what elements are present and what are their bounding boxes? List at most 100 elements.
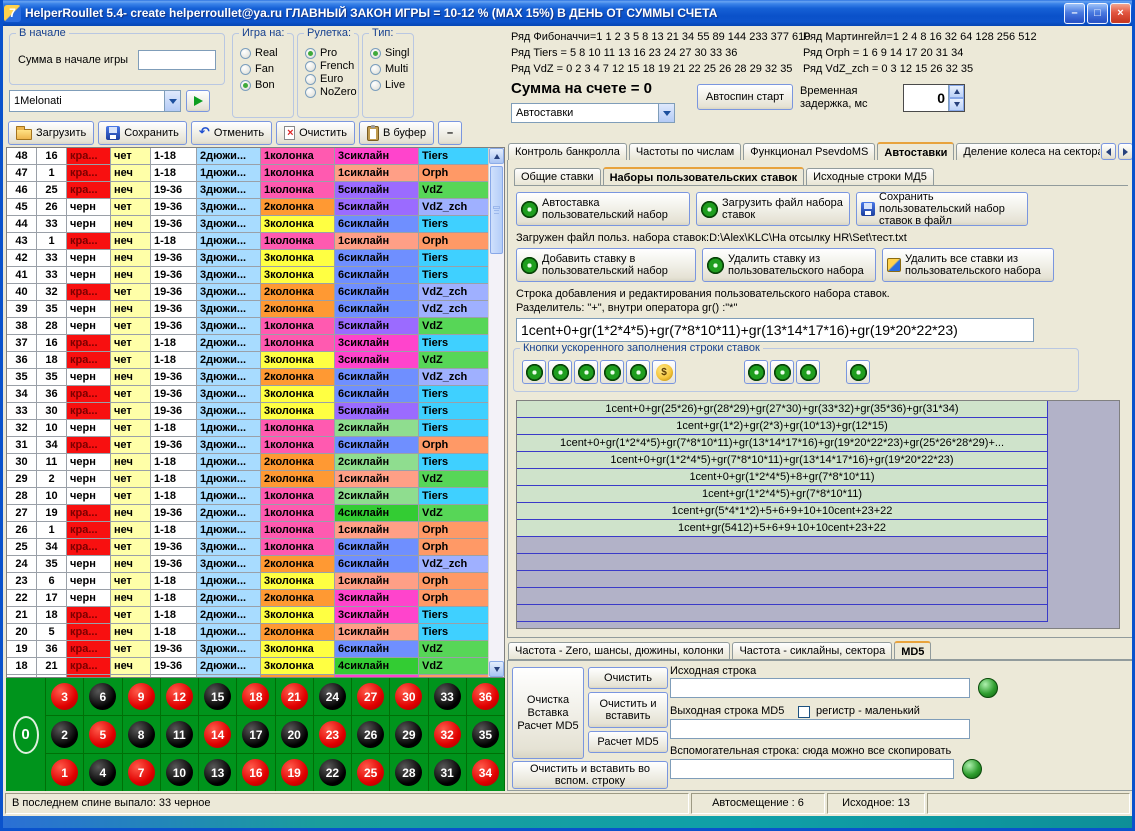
md5-source-input[interactable] <box>670 678 970 698</box>
autobets-select[interactable]: Автоставки <box>511 103 675 123</box>
table-row[interactable]: 2719кра...неч19-362дюжи...1колонка4сикла… <box>7 505 490 522</box>
board-cell-33[interactable]: 33 <box>429 678 467 715</box>
board-cell-9[interactable]: 9 <box>123 678 161 715</box>
close-button[interactable]: × <box>1110 3 1131 24</box>
board-cell-2[interactable]: 2 <box>46 716 84 753</box>
table-row[interactable]: 4032кра...чет19-363дюжи...2колонка6сикла… <box>7 284 490 301</box>
table-row[interactable]: 4233черннеч19-363дюжи...3колонка6сиклайн… <box>7 250 490 267</box>
game-group-option-bon[interactable]: Bon <box>240 79 289 91</box>
board-cell-19[interactable]: 19 <box>276 754 314 791</box>
table-row[interactable]: 261кра...неч1-181дюжи...1колонка1сиклайн… <box>7 522 490 539</box>
table-row[interactable]: 2534кра...чет19-363дюжи...1колонка6сикла… <box>7 539 490 556</box>
wheel-group-option-nozero[interactable]: NoZero <box>305 86 354 98</box>
scroll-up-button[interactable] <box>489 148 504 164</box>
table-row[interactable]: 3436кра...чет19-363дюжи...3колонка6сикла… <box>7 386 490 403</box>
type-group-option-live[interactable]: Live <box>370 79 409 91</box>
board-cell-22[interactable]: 22 <box>314 754 352 791</box>
bet-string-row[interactable] <box>517 554 1047 571</box>
table-row[interactable]: 1821кра...неч19-362дюжи...3колонка4сикла… <box>7 658 490 675</box>
bet-string-row[interactable] <box>517 537 1047 554</box>
board-cell-23[interactable]: 23 <box>314 716 352 753</box>
table-row[interactable]: 2435черннеч19-363дюжи...2колонка6сиклайн… <box>7 556 490 573</box>
board-cell-27[interactable]: 27 <box>352 678 390 715</box>
md5-aux-action-button[interactable] <box>962 759 982 779</box>
bet-string-row[interactable]: 1cent+gr(5412)+5+6+9+10+10cent+23+22 <box>517 520 1047 537</box>
board-cell-31[interactable]: 31 <box>429 754 467 791</box>
wheel-group-option-french[interactable]: French <box>305 60 354 72</box>
table-row[interactable]: 431кра...неч1-181дюжи...1колонка1сиклайн… <box>7 233 490 250</box>
subtab-общие-ставки[interactable]: Общие ставки <box>514 168 601 185</box>
bet-string-row[interactable]: 1cent+gr(5*4*1*2)+5+6+9+10+10cent+23+22 <box>517 503 1047 520</box>
toolbar-button-load[interactable]: Загрузить <box>8 121 94 145</box>
md5-aux-input[interactable] <box>670 759 954 779</box>
table-row[interactable]: 3011черннеч1-181дюжи...2колонка2сиклайнT… <box>7 454 490 471</box>
board-cell-10[interactable]: 10 <box>161 754 199 791</box>
table-row[interactable]: 3716кра...чет1-182дюжи...1колонка3сиклай… <box>7 335 490 352</box>
board-cell-36[interactable]: 36 <box>467 678 505 715</box>
board-cell-8[interactable]: 8 <box>123 716 161 753</box>
bet-string-row[interactable] <box>517 605 1047 622</box>
board-cell-1[interactable]: 1 <box>46 754 84 791</box>
delay-spinner[interactable]: 0 <box>903 84 965 112</box>
tab-функционал-psevdoms[interactable]: Функционал PsevdoMS <box>743 143 875 160</box>
quick-fill-button[interactable] <box>770 360 794 384</box>
quick-fill-button[interactable] <box>846 360 870 384</box>
type-group-option-multi[interactable]: Multi <box>370 63 409 75</box>
bet-string-row[interactable]: 1cent+0+gr(1*2*4*5)+8+gr(7*8*10*11) <box>517 469 1047 486</box>
table-row[interactable]: 2118кра...чет1-182дюжи...3колонка3сиклай… <box>7 607 490 624</box>
table-row[interactable]: 4133черннеч19-363дюжи...3колонка6сиклайн… <box>7 267 490 284</box>
bet-string-row[interactable]: 1cent+0+gr(1*2*4*5)+gr(7*8*10*11)+gr(13*… <box>517 452 1047 469</box>
board-cell-25[interactable]: 25 <box>352 754 390 791</box>
board-cell-20[interactable]: 20 <box>276 716 314 753</box>
tab-автоставки[interactable]: Автоставки <box>877 142 954 161</box>
tab-md5[interactable]: MD5 <box>894 641 931 660</box>
table-row[interactable]: 3210чернчет1-181дюжи...1колонка2сиклайнT… <box>7 420 490 437</box>
wheel-group-option-euro[interactable]: Euro <box>305 73 354 85</box>
game-group-option-fan[interactable]: Fan <box>240 63 289 75</box>
autospin-start-button[interactable]: Автоспин старт <box>697 84 793 110</box>
table-row[interactable]: 4433черннеч19-363дюжи...3колонка6сиклайн… <box>7 216 490 233</box>
preset-select[interactable]: 1Melonati <box>9 90 181 112</box>
board-cell-26[interactable]: 26 <box>352 716 390 753</box>
table-row[interactable]: 2810чернчет1-181дюжи...1колонка2сиклайнT… <box>7 488 490 505</box>
board-cell-4[interactable]: 4 <box>84 754 122 791</box>
subtab-исходные-строки-мд5[interactable]: Исходные строки МД5 <box>806 168 934 185</box>
bet-string-row[interactable]: 1cent+0+gr(1*2*4*5)+gr(7*8*10*11)+gr(13*… <box>517 435 1047 452</box>
md5-clear-paste-aux-button[interactable]: Очистить и вставить во вспом. строку <box>512 761 668 789</box>
board-cell-14[interactable]: 14 <box>199 716 237 753</box>
table-row[interactable]: 4625кра...неч19-363дюжи...1колонка5сикла… <box>7 182 490 199</box>
table-row[interactable]: 292чернчет1-181дюжи...2колонка1сиклайнVd… <box>7 471 490 488</box>
tab-частота-zero-шансы-дюжины-колонки[interactable]: Частота - Zero, шансы, дюжины, колонки <box>508 642 730 659</box>
subtab-наборы-пользовательских-ставок[interactable]: Наборы пользовательских ставок <box>603 167 805 186</box>
board-cell-5[interactable]: 5 <box>84 716 122 753</box>
quick-fill-button[interactable] <box>548 360 572 384</box>
board-cell-16[interactable]: 16 <box>237 754 275 791</box>
toolbar-button-save[interactable]: Сохранить <box>98 121 187 145</box>
quick-fill-button[interactable] <box>574 360 598 384</box>
table-row[interactable]: 236чернчет1-181дюжи...3колонка1сиклайнOr… <box>7 573 490 590</box>
board-cell-11[interactable]: 11 <box>161 716 199 753</box>
board-cell-13[interactable]: 13 <box>199 754 237 791</box>
board-cell-29[interactable]: 29 <box>390 716 428 753</box>
board-cell-18[interactable]: 18 <box>237 678 275 715</box>
tab-частоты-по-числам[interactable]: Частоты по числам <box>629 143 741 160</box>
start-sum-input[interactable] <box>138 50 216 70</box>
board-cell-17[interactable]: 17 <box>237 716 275 753</box>
table-scrollbar[interactable] <box>488 148 504 677</box>
autobet-user-set-button[interactable]: Автоставка пользовательский набор <box>516 192 690 226</box>
lowercase-checkbox[interactable] <box>798 706 810 718</box>
table-row[interactable]: 3935черннеч19-363дюжи...2колонка6сиклайн… <box>7 301 490 318</box>
board-cell-7[interactable]: 7 <box>123 754 161 791</box>
board-cell-34[interactable]: 34 <box>467 754 505 791</box>
type-group-option-singl[interactable]: Singl <box>370 47 409 59</box>
md5-clear-and-paste-button[interactable]: Очистить и вставить <box>588 692 668 728</box>
table-row[interactable]: 3134кра...чет19-363дюжи...1колонка6сикла… <box>7 437 490 454</box>
minimize-button[interactable]: – <box>1064 3 1085 24</box>
delete-all-bets-button[interactable]: Удалить все ставки из пользовательского … <box>882 248 1054 282</box>
table-row[interactable]: 471кра...неч1-181дюжи...1колонка1сиклайн… <box>7 165 490 182</box>
table-row[interactable]: 4816кра...чет1-182дюжи...1колонка3сиклай… <box>7 148 490 165</box>
quick-fill-button[interactable] <box>600 360 624 384</box>
board-cell-12[interactable]: 12 <box>161 678 199 715</box>
tab-scroll-left-button[interactable] <box>1101 143 1116 160</box>
md5-clear-button[interactable]: Очистить <box>588 667 668 689</box>
